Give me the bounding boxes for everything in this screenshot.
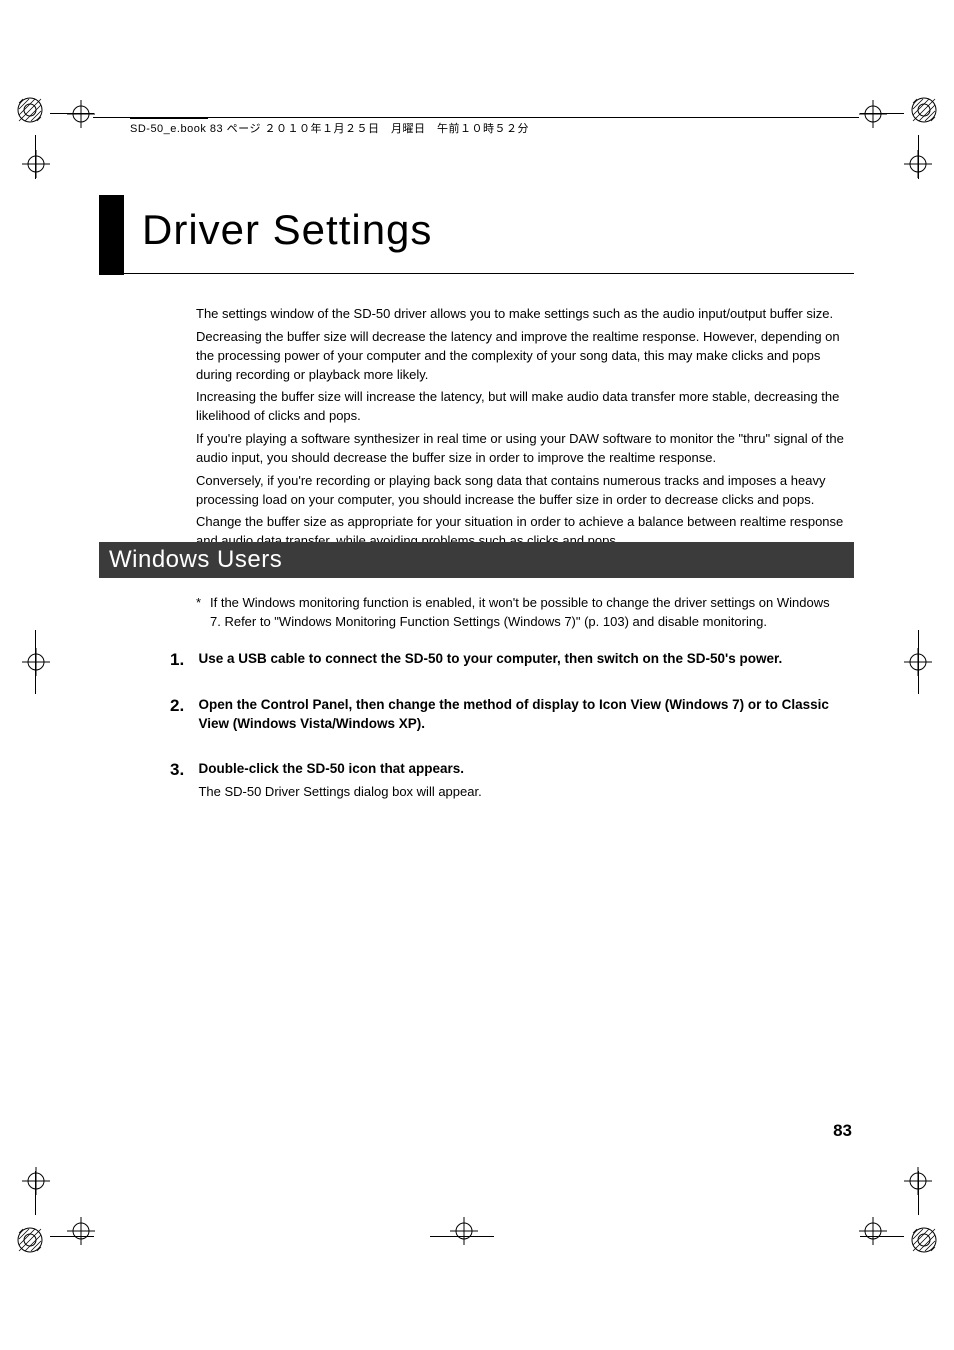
crop-line bbox=[35, 630, 36, 694]
intro-para: Conversely, if you're recording or playi… bbox=[196, 472, 846, 510]
crosshair-mark-icon bbox=[859, 100, 887, 133]
registration-mark-icon bbox=[911, 97, 937, 123]
step-number: 3. bbox=[170, 760, 194, 780]
crosshair-mark-icon bbox=[22, 150, 50, 183]
crop-line bbox=[918, 630, 919, 694]
crop-line bbox=[35, 135, 36, 179]
page-title: Driver Settings bbox=[142, 206, 432, 254]
crosshair-mark-icon bbox=[67, 1217, 95, 1250]
crop-line bbox=[430, 1236, 494, 1237]
registration-mark-icon bbox=[17, 1227, 43, 1253]
note-text: If the Windows monitoring function is en… bbox=[210, 594, 840, 632]
step-item: 2. Open the Control Panel, then change t… bbox=[170, 696, 850, 734]
title-accent-bar bbox=[99, 195, 124, 275]
step-sub: The SD-50 Driver Settings dialog box wil… bbox=[198, 783, 846, 802]
step-lead: Open the Control Panel, then change the … bbox=[198, 696, 846, 734]
intro-block: The settings window of the SD-50 driver … bbox=[196, 305, 846, 555]
registration-mark-icon bbox=[17, 97, 43, 123]
intro-para: Increasing the buffer size will increase… bbox=[196, 388, 846, 426]
crosshair-mark-icon bbox=[22, 1167, 50, 1200]
crop-line bbox=[50, 113, 94, 114]
crosshair-mark-icon bbox=[450, 1217, 478, 1250]
header-meta: SD-50_e.book 83 ページ ２０１０年１月２５日 月曜日 午前１０時… bbox=[130, 120, 529, 136]
intro-para: The settings window of the SD-50 driver … bbox=[196, 305, 846, 324]
crosshair-mark-icon bbox=[859, 1217, 887, 1250]
step-number: 2. bbox=[170, 696, 194, 716]
header-overline bbox=[130, 118, 208, 119]
crosshair-mark-icon bbox=[67, 100, 95, 133]
crop-line bbox=[50, 1236, 94, 1237]
crop-line bbox=[918, 1171, 919, 1215]
note-asterisk: * bbox=[196, 594, 210, 613]
intro-para: If you're playing a software synthesizer… bbox=[196, 430, 846, 468]
step-item: 3. Double-click the SD-50 icon that appe… bbox=[170, 760, 850, 802]
note-block: *If the Windows monitoring function is e… bbox=[196, 594, 846, 632]
crop-line bbox=[860, 113, 904, 114]
step-lead: Use a USB cable to connect the SD-50 to … bbox=[198, 650, 846, 669]
page-number: 83 bbox=[833, 1121, 852, 1141]
crop-line bbox=[860, 1236, 904, 1237]
page: SD-50_e.book 83 ページ ２０１０年１月２５日 月曜日 午前１０時… bbox=[0, 0, 954, 1350]
step-lead: Double-click the SD-50 icon that appears… bbox=[198, 760, 846, 779]
title-rule bbox=[99, 273, 854, 274]
step-number: 1. bbox=[170, 650, 194, 670]
registration-mark-icon bbox=[911, 1227, 937, 1253]
step-item: 1. Use a USB cable to connect the SD-50 … bbox=[170, 650, 850, 670]
steps-list: 1. Use a USB cable to connect the SD-50 … bbox=[170, 650, 850, 828]
crop-line bbox=[918, 135, 919, 179]
section-heading: Windows Users bbox=[99, 542, 854, 578]
crop-line bbox=[35, 1171, 36, 1215]
intro-para: Decreasing the buffer size will decrease… bbox=[196, 328, 846, 385]
crosshair-mark-icon bbox=[22, 648, 50, 681]
